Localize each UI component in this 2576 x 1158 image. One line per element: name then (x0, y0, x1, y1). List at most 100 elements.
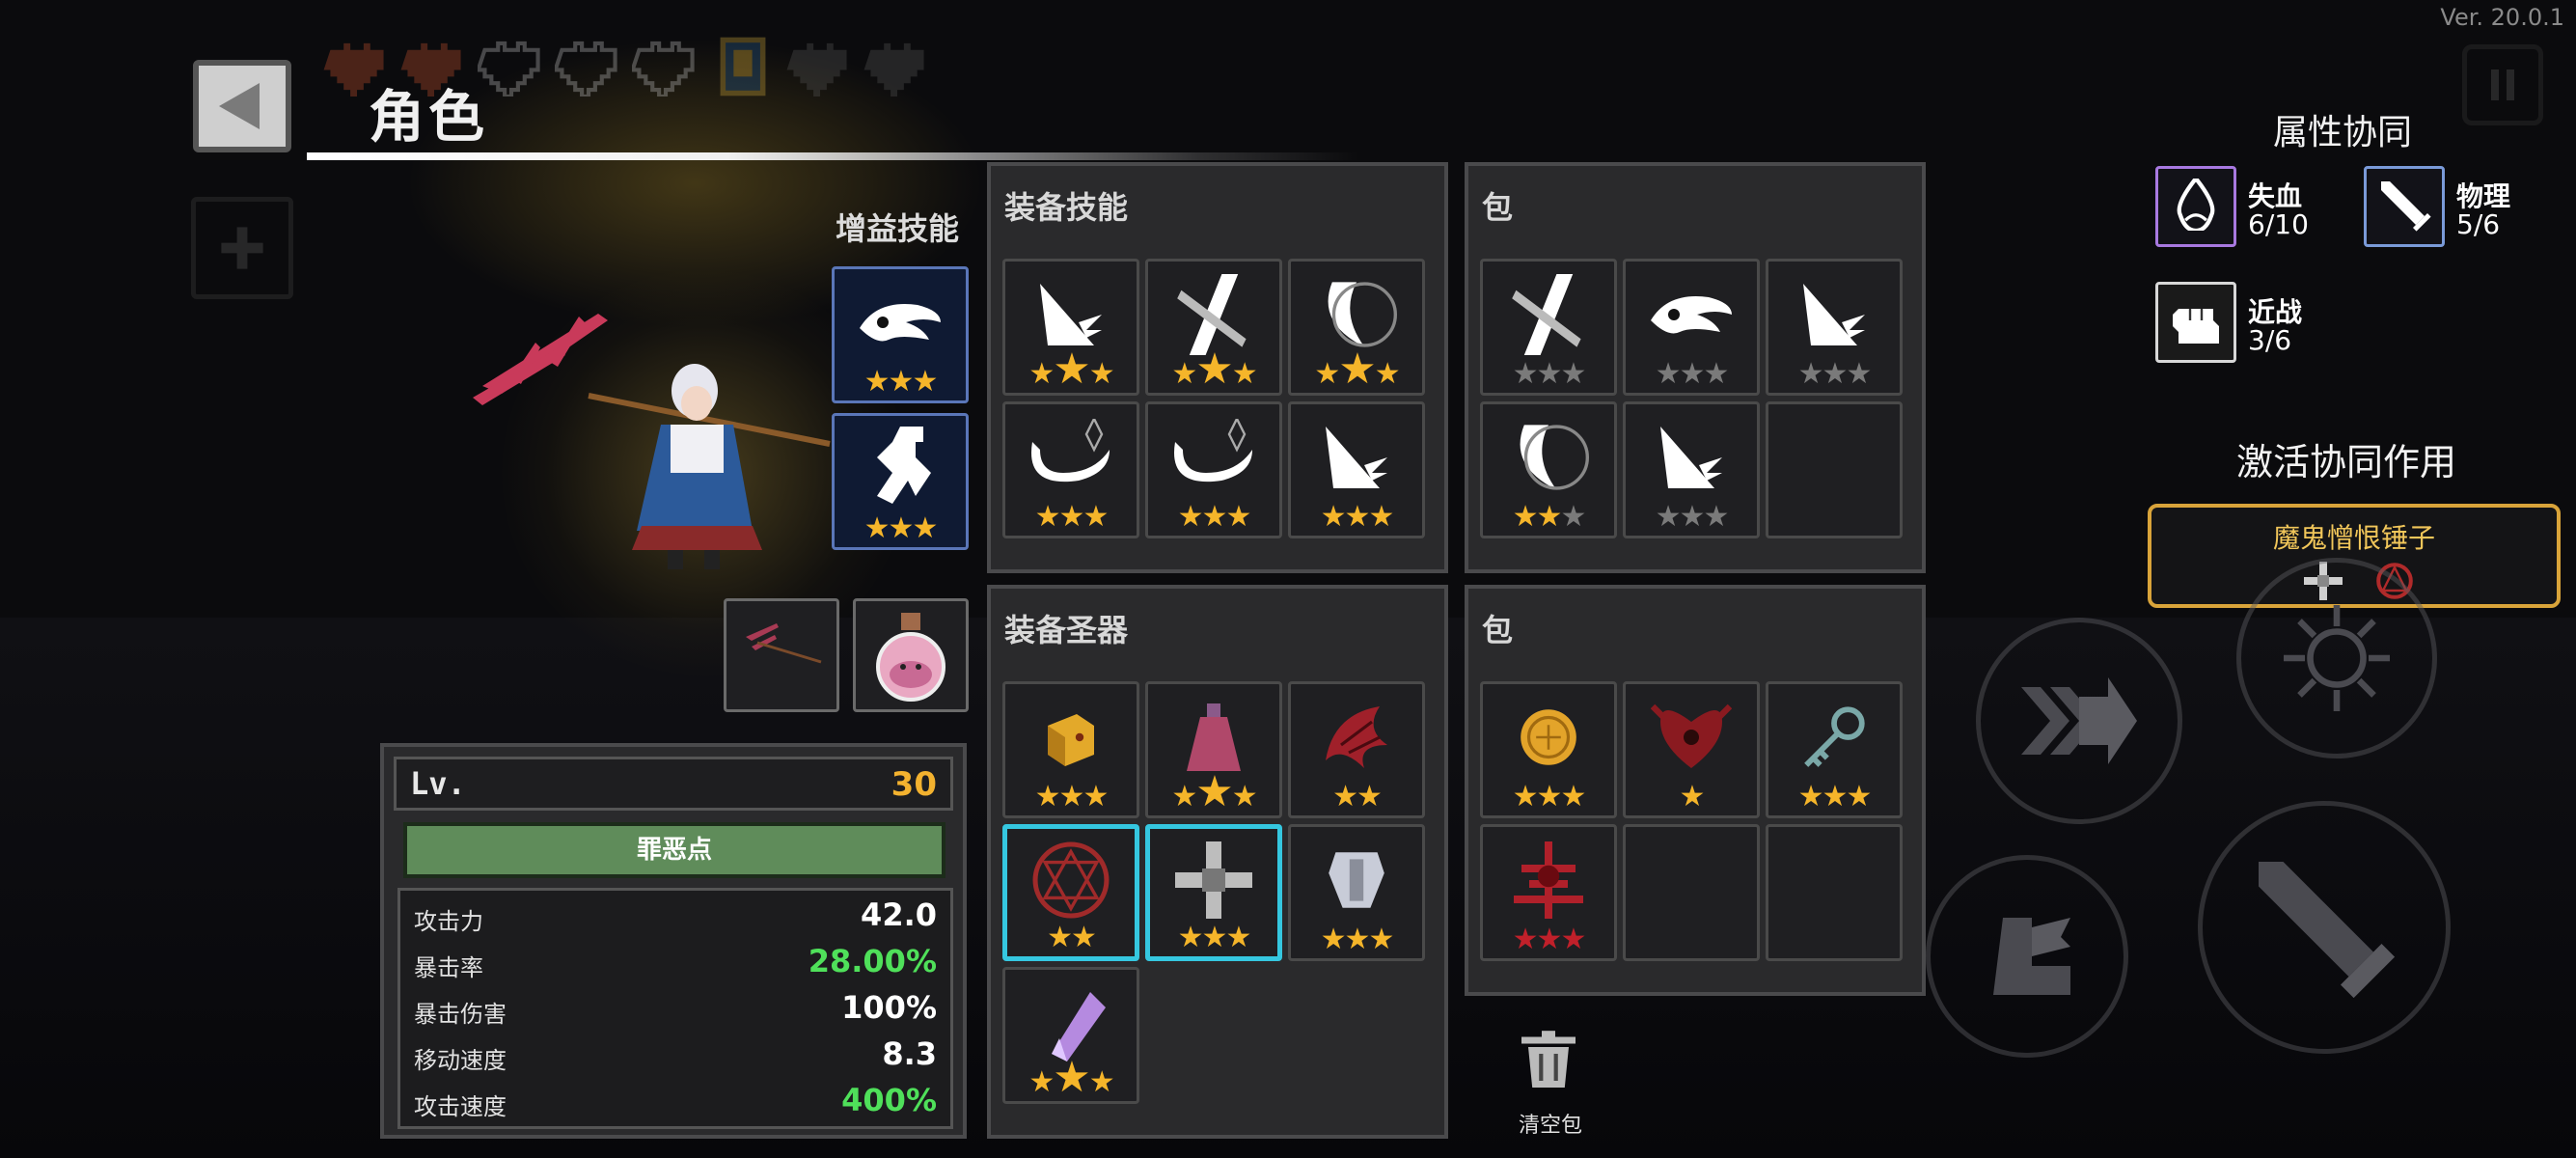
star-icon: ★ (1177, 500, 1204, 534)
level-label: Lv. (410, 765, 466, 802)
version-label: Ver. 20.0.1 (2440, 4, 2564, 31)
star-icon: ★ (1679, 357, 1706, 391)
stat-name: 移动速度 (414, 1047, 507, 1074)
skill-bag-slot[interactable]: ★★★ (1766, 259, 1903, 396)
attack-button[interactable] (2198, 801, 2451, 1054)
scythe-weapon-icon (746, 623, 822, 664)
equipped-skills-panel: 装备技能 ★★★ ★★★ ★★★ ★★★ ★★★ ★★★ (987, 162, 1448, 573)
synergy-badge[interactable] (2155, 282, 2236, 363)
equipped-skill-slot[interactable]: ★★★ (1002, 259, 1139, 396)
star-icon: ★ (1560, 780, 1586, 813)
star-rating: ★★★ (1005, 1057, 1137, 1099)
dodge-button[interactable] (1926, 855, 2128, 1058)
fist-icon (2167, 291, 2225, 353)
equipped-skill-slot[interactable]: ★★★ (1288, 401, 1425, 538)
relic-bag-slot[interactable] (1766, 824, 1903, 961)
star-icon: ★ (1231, 357, 1258, 391)
equipped-skills-title: 装备技能 (1004, 189, 1129, 226)
clear-bag-button[interactable] (1515, 1027, 1582, 1094)
teal-key-icon (1799, 703, 1869, 776)
skill-bag-slot[interactable]: ★★★ (1480, 401, 1617, 538)
weapon-slot[interactable] (724, 598, 839, 712)
white-figure-icon (862, 426, 939, 516)
stat-name: 暴击率 (414, 954, 483, 981)
star-icon: ★ (1225, 921, 1251, 954)
skill-bag-slot[interactable]: ★★★ (1623, 401, 1760, 538)
relic-bag-slot[interactable]: ★ (1623, 681, 1760, 818)
star-icon: ★ (1088, 357, 1115, 391)
x-slash-icon (1508, 274, 1589, 359)
equipped-skill-slot[interactable]: ★★★ (1145, 401, 1282, 538)
stat-row: 攻击力 42.0 (400, 893, 950, 939)
demon-heart-icon (1650, 699, 1733, 780)
equipped-relic-slot[interactable]: ★★★ (1145, 824, 1282, 961)
equipped-relic-slot[interactable]: ★★★ (1145, 681, 1282, 818)
skill-bag-slot[interactable]: ★★★ (1480, 259, 1617, 396)
buff-skill-slot[interactable]: ★★★ (832, 413, 969, 550)
star-icon: ★ (1703, 357, 1729, 391)
equipped-relic-slot[interactable]: ★★★ (1288, 824, 1425, 961)
star-icon: ★ (1082, 780, 1109, 813)
star-icon: ★ (1797, 780, 1824, 813)
star-icon: ★ (1058, 780, 1085, 813)
stat-name: 暴击伤害 (414, 1001, 507, 1028)
level-value: 30 (891, 765, 937, 804)
star-icon: ★ (1320, 923, 1347, 956)
pause-button[interactable] (2462, 44, 2543, 125)
equipped-skill-slot[interactable]: ★★★ (1002, 401, 1139, 538)
stats-panel: Lv. 30 罪恶点 攻击力 42.0 暴击率 28.00% 暴击伤害 100% 移动速度 8… (380, 743, 967, 1139)
synergy-count: 6/10 (2248, 208, 2309, 240)
star-rating: ★★★ (1483, 358, 1614, 391)
active-synergy-name: 魔鬼憎恨锤子 (2272, 522, 2435, 554)
relic-bag-slot[interactable]: ★★★ (1480, 681, 1617, 818)
star-icon: ★ (863, 511, 891, 545)
title-underline (307, 152, 1358, 160)
star-icon: ★ (1177, 921, 1204, 954)
star-rating: ★★★ (1626, 358, 1757, 391)
star-icon: ★ (1225, 500, 1251, 534)
star-rating: ★★★ (1291, 501, 1422, 534)
relic-bag-slot[interactable] (1623, 824, 1760, 961)
equipped-relic-slot[interactable]: ★★ (1002, 824, 1139, 961)
skill-bag-slot[interactable]: ★★★ (1623, 259, 1760, 396)
buff-skill-slot[interactable]: ★★★ (832, 266, 969, 403)
relic-bag-slot[interactable]: ★★★ (1766, 681, 1903, 818)
star-rating: ★★★ (1768, 781, 1900, 813)
dash-button[interactable] (1976, 618, 2182, 824)
heart-icon (555, 41, 617, 96)
slash-wave-icon (854, 293, 946, 355)
silver-armor-icon (1322, 845, 1391, 919)
star-icon: ★ (1374, 357, 1401, 391)
add-button[interactable] (191, 197, 293, 299)
equipped-relic-slot[interactable]: ★★★ (1002, 681, 1139, 818)
star-rating: ★★★ (835, 366, 966, 399)
stat-name: 攻击力 (414, 908, 483, 935)
sin-points-button[interactable]: 罪恶点 (403, 822, 945, 878)
back-button[interactable] (193, 60, 291, 152)
star-rating: ★ (1626, 781, 1757, 813)
buff-skills-label: 增益技能 (836, 210, 960, 247)
equipped-relic-slot[interactable]: ★★★ (1002, 967, 1139, 1104)
equipped-skill-slot[interactable]: ★★★ (1288, 259, 1425, 396)
burst-button[interactable] (2236, 558, 2437, 758)
equipped-relic-slot[interactable]: ★★ (1288, 681, 1425, 818)
activate-synergy-title: 激活协同作用 (2236, 441, 2457, 483)
star-icon: ★ (1053, 1053, 1090, 1102)
potion-slot[interactable] (853, 598, 969, 712)
synergy-badge[interactable] (2155, 166, 2236, 247)
synergy-badge[interactable] (2364, 166, 2445, 247)
star-icon: ★ (1797, 357, 1824, 391)
attack-sword-icon (2259, 862, 2396, 999)
swirl-slash-icon (1167, 416, 1260, 500)
stat-value: 8.3 (882, 1035, 937, 1072)
slash-burst-icon (1795, 276, 1873, 357)
pause-icon (2491, 69, 2514, 100)
relic-bag-slot[interactable]: ★★★ (1480, 824, 1617, 961)
sword-icon (2375, 176, 2433, 237)
star-icon: ★ (1088, 1065, 1115, 1099)
skill-bag-slot[interactable] (1766, 401, 1903, 538)
star-icon: ★ (1655, 357, 1682, 391)
equipped-skill-slot[interactable]: ★★★ (1145, 259, 1282, 396)
relic-bag-title: 包 (1482, 612, 1514, 648)
clear-bag-label: 清空包 (1519, 1114, 1583, 1138)
